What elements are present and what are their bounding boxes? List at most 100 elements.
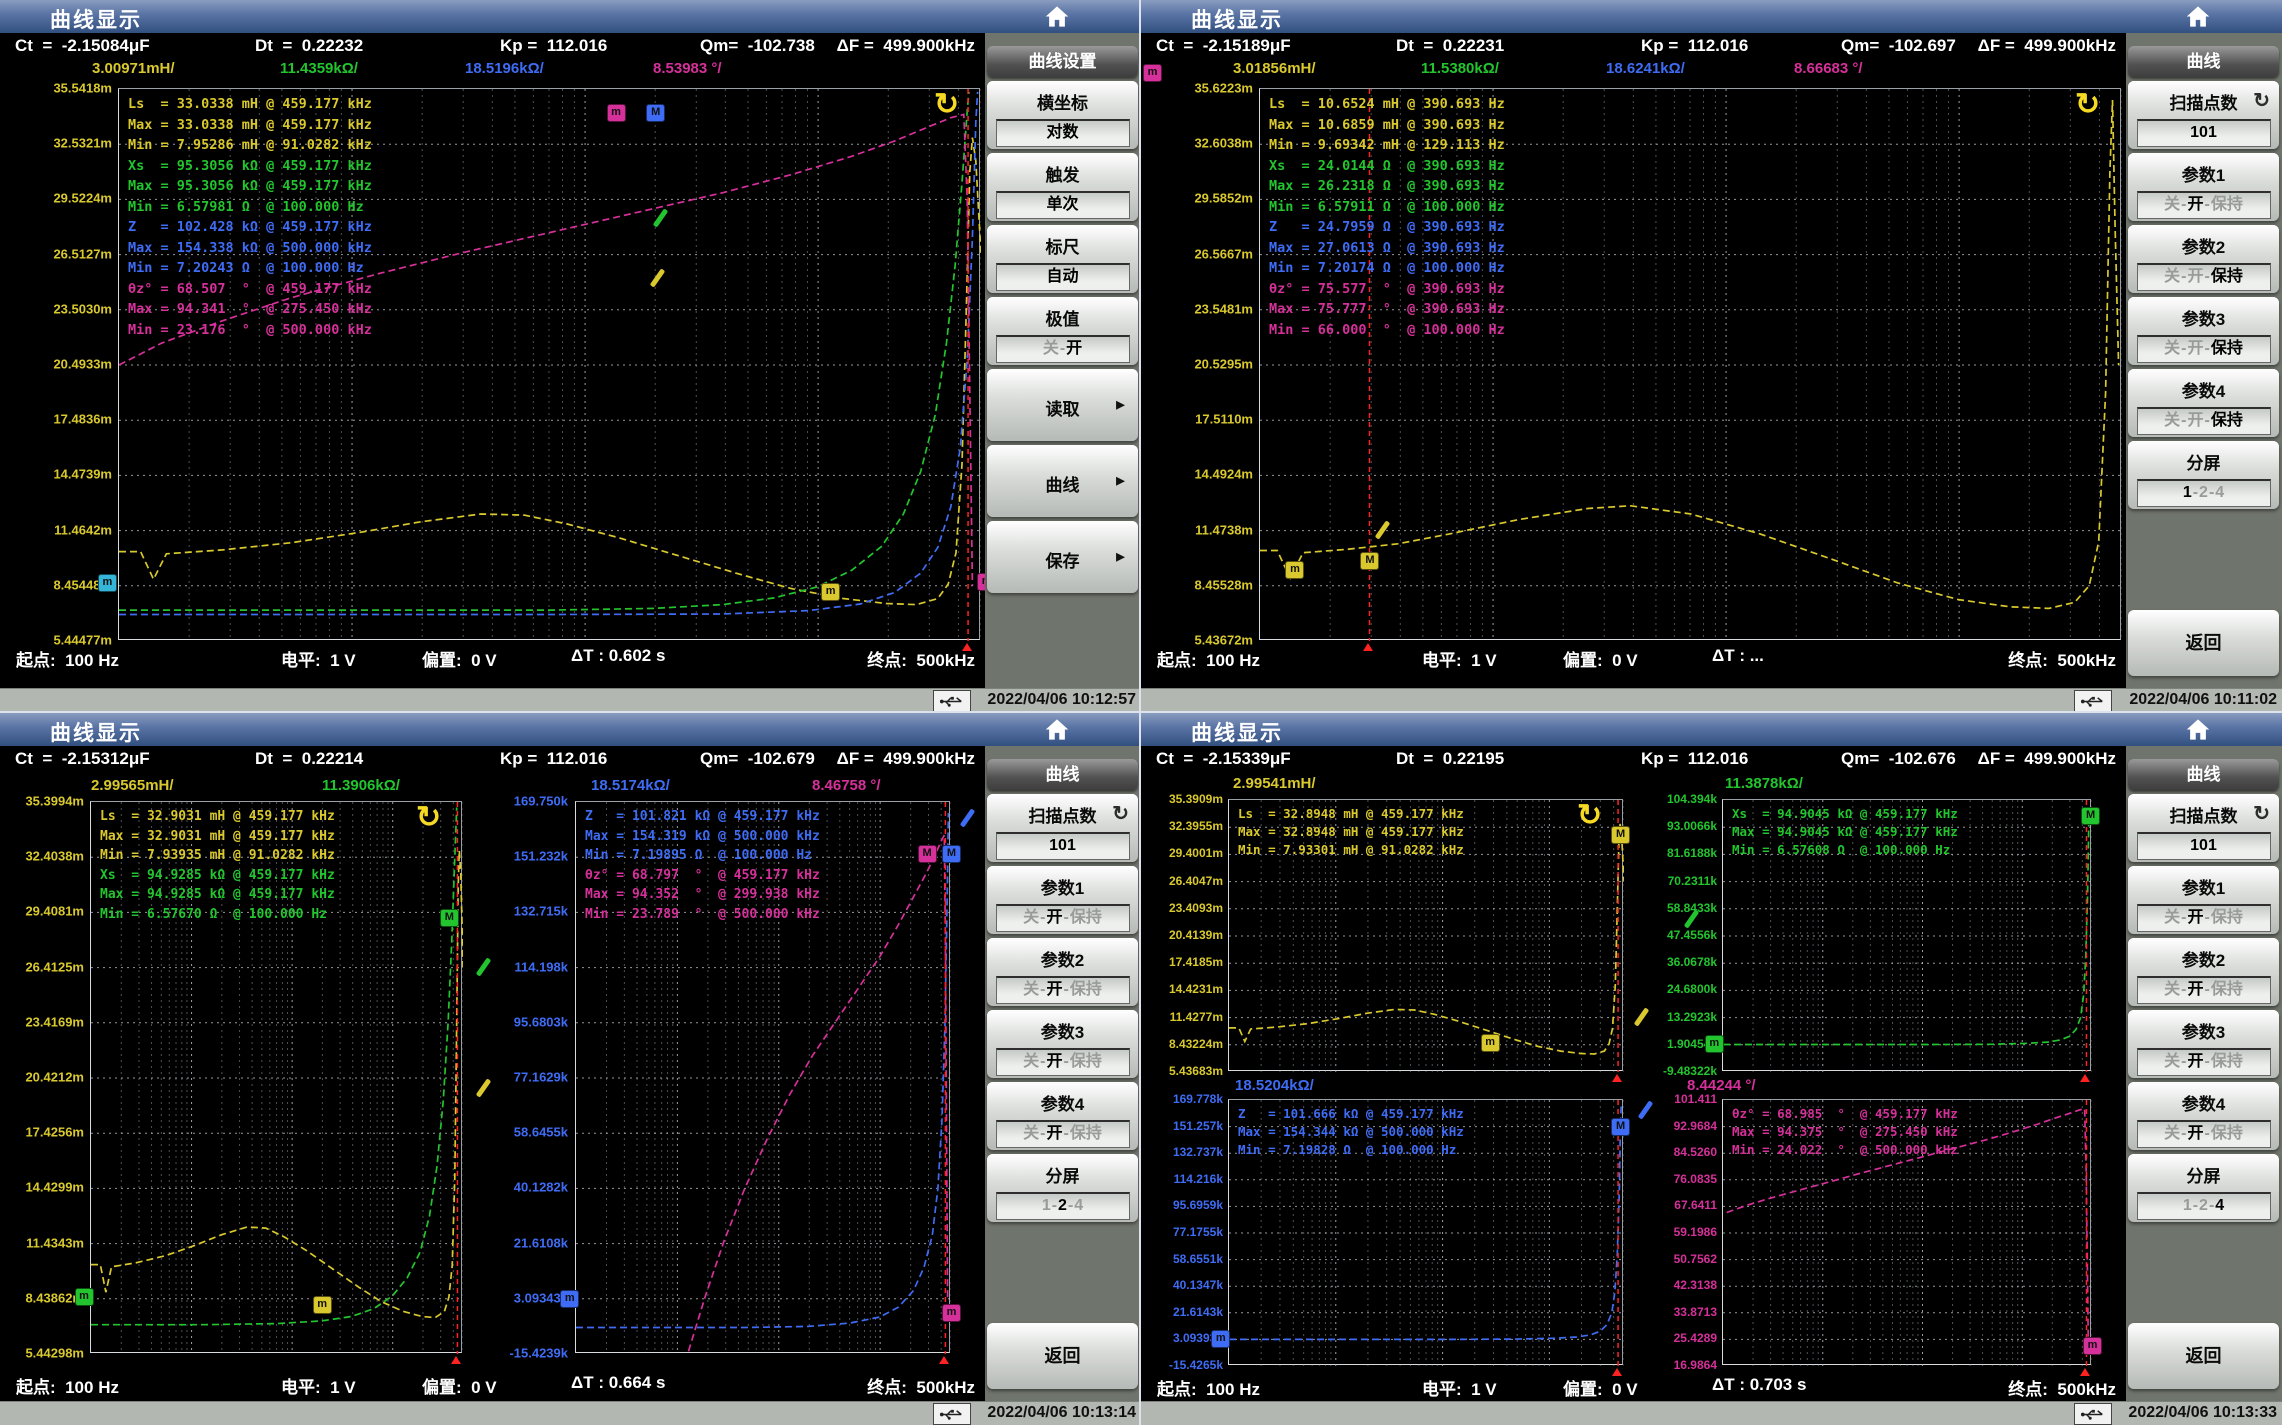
sidebar-button[interactable]: 参数2 关-开-保持	[2128, 938, 2279, 1006]
status-strip: 2022/04/06 10:12:57	[0, 688, 1141, 712]
sidebar-value-box[interactable]: 101	[996, 832, 1130, 860]
option-value: 开	[1046, 909, 1062, 926]
sidebar-value-box[interactable]: 自动	[996, 263, 1130, 291]
sidebar-button-label: 参数1	[2128, 866, 2279, 899]
home-icon[interactable]	[2183, 3, 2227, 30]
sidebar-value-box[interactable]: 关-开-保持	[996, 976, 1130, 1004]
sidebar-button[interactable]: 参数4关-开-保持	[2128, 1082, 2279, 1150]
sidebar-value-box[interactable]: 对数	[996, 119, 1130, 147]
axis-label: 50.7562	[1633, 1252, 1717, 1266]
axis-label: 40.1282k	[484, 1180, 568, 1195]
sidebar-value-box[interactable]: 关-开-保持	[996, 1048, 1130, 1076]
sidebar-button[interactable]: 参数3关-开-保持	[2128, 297, 2279, 365]
home-icon[interactable]	[1042, 716, 1086, 743]
axis-label: 17.4185m	[1141, 955, 1223, 969]
sidebar-button[interactable]: 触发单次	[987, 153, 1138, 221]
sidebar-button-label: 参数2	[2128, 938, 2279, 971]
readout-line: Z = 102.428 kΩ @ 459.177 kHz	[128, 217, 372, 238]
sidebar-value-box[interactable]: 关-开-保持	[2137, 904, 2271, 932]
sidebar-value-box[interactable]: 1-2-4	[996, 1192, 1130, 1220]
sidebar-value-box[interactable]: 1-2-4	[2137, 479, 2271, 507]
readout-line: Max = 95.3056 kΩ @ 459.177 kHz	[128, 176, 372, 197]
sidebar-value-box[interactable]: 关-开-保持	[2137, 335, 2271, 363]
sidebar-button[interactable]: 极值关-开	[987, 297, 1138, 365]
cursor-triangle	[962, 643, 972, 651]
sidebar-value-box[interactable]: 关-开-保持	[2137, 191, 2271, 219]
sidebar-button[interactable]: 参数3关-开-保持	[987, 1010, 1138, 1078]
cursor-triangle	[1363, 643, 1373, 651]
sidebar-value-box[interactable]: 关-开-保持	[2137, 1048, 2271, 1076]
sidebar-button[interactable]: 扫描点数↻101	[2128, 794, 2279, 862]
readout-line: Max = 94.9285 kΩ @ 459.177 kHz	[100, 885, 335, 905]
axis-label: 32.3955m	[1141, 819, 1223, 833]
readout-line: Max = 27.0613 Ω @ 390.693 Hz	[1269, 238, 1505, 259]
axis-label: 35.3994m	[0, 794, 84, 809]
footer-field: 终点: 500kHz	[867, 1373, 975, 1398]
sidebar-value-box[interactable]: 单次	[996, 191, 1130, 219]
option-value: 关	[2164, 1053, 2180, 1070]
sidebar-value-box[interactable]: 关-开-保持	[2137, 976, 2271, 1004]
param-readout: ΔF = 499.900kHz	[837, 36, 975, 56]
option-value: 101	[2190, 124, 2217, 141]
separator: -	[1063, 981, 1070, 998]
sidebar-button[interactable]: 参数1关-开-保持	[987, 866, 1138, 934]
sidebar-button[interactable]: 分屏1-2-4	[2128, 441, 2279, 509]
back-button[interactable]: 返回	[987, 1323, 1138, 1389]
sidebar-button[interactable]: 参数3关-开-保持	[2128, 1010, 2279, 1078]
sidebar-button[interactable]: 参数2关-开-保持	[987, 938, 1138, 1006]
separator: -	[2204, 981, 2211, 998]
readout-line: Z = 24.7959 Ω @ 390.693 Hz	[1269, 217, 1505, 238]
home-icon[interactable]	[2183, 716, 2227, 743]
sidebar-value-box[interactable]: 关-开	[996, 335, 1130, 363]
sidebar-value-box[interactable]: 关-开-保持	[2137, 263, 2271, 291]
scale-label: 11.4359kΩ/	[280, 60, 358, 77]
page-title: 曲线显示	[1191, 717, 1283, 747]
sidebar-button[interactable]: 读取►	[987, 369, 1138, 441]
marker-m: m	[607, 104, 626, 122]
scale-label: 18.5196kΩ/	[465, 60, 544, 77]
sidebar-button[interactable]: 分屏1-2-4	[987, 1154, 1138, 1222]
home-icon[interactable]	[1042, 3, 1086, 30]
sidebar-button[interactable]: 扫描点数↻101	[2128, 81, 2279, 149]
sidebar-button[interactable]: 扫描点数↻101	[987, 794, 1138, 862]
sidebar-button[interactable]: 横坐标对数	[987, 81, 1138, 149]
sidebar-value-box[interactable]: 关-开-保持	[996, 1120, 1130, 1148]
sidebar-button[interactable]: 曲线►	[987, 445, 1138, 517]
axis-label: 132.715k	[484, 904, 568, 919]
sidebar-value-box[interactable]: 101	[2137, 119, 2271, 147]
sidebar-value-box[interactable]: 1-2-4	[2137, 1192, 2271, 1220]
readout-line: Max = 10.6859 mH @ 390.693 Hz	[1269, 115, 1505, 136]
sidebar-value-box[interactable]: 101	[2137, 832, 2271, 860]
back-button[interactable]: 返回	[2128, 1323, 2279, 1389]
separator: -	[1063, 1125, 1070, 1142]
back-button[interactable]: 返回	[2128, 610, 2279, 676]
timestamp: 2022/04/06 10:12:57	[987, 691, 1136, 709]
sidebar-button[interactable]: 参数1关-开-保持	[2128, 153, 2279, 221]
sidebar-button[interactable]: 参数4关-开-保持	[2128, 369, 2279, 437]
axis-label: 11.4277m	[1141, 1010, 1223, 1024]
sidebar-button[interactable]: 参数2关-开-保持	[2128, 225, 2279, 293]
readout-line: Z = 101.666 kΩ @ 459.177 kHz	[1238, 1105, 1464, 1123]
sidebar-button[interactable]: 参数1 关-开-保持	[2128, 866, 2279, 934]
sidebar-button[interactable]: 保存►	[987, 521, 1138, 593]
option-value: 开	[2187, 1125, 2203, 1142]
axis-label: -15.4239k	[484, 1346, 568, 1361]
readout-line: Min = 23.176 ° @ 500.000 kHz	[128, 320, 372, 341]
scale-label: 11.3878kΩ/	[1725, 775, 1803, 792]
status-strip: 2022/04/06 10:13:14	[0, 1401, 1141, 1425]
sidebar-value-box[interactable]: 关-开-保持	[2137, 407, 2271, 435]
quadrant-bottom-left: 曲线显示 Ct = -2.15312μFDt = 0.22214Kp = 112…	[0, 713, 1141, 1425]
axis-label: 29.5852m	[1169, 191, 1253, 206]
arrow-right-icon: ►	[1113, 549, 1128, 566]
readout-block: Ls = 10.6524 mH @ 390.693 HzMax = 10.685…	[1269, 94, 1505, 340]
sidebar-button[interactable]: 参数4关-开-保持	[987, 1082, 1138, 1150]
separator: -	[2204, 268, 2211, 285]
readout-line: Max = 154.319 kΩ @ 500.000 kHz	[585, 827, 820, 847]
sidebar-value-box[interactable]: 关-开-保持	[996, 904, 1130, 932]
sidebar-value-box[interactable]: 关-开-保持	[2137, 1120, 2271, 1148]
readout-line: Xs = 94.9045 kΩ @ 459.177 kHz	[1732, 805, 1958, 823]
axis-label: 95.6803k	[484, 1014, 568, 1029]
sidebar-button[interactable]: 分屏1-2-4	[2128, 1154, 2279, 1222]
axis-label: 29.4081m	[0, 904, 84, 919]
sidebar-button[interactable]: 标尺自动	[987, 225, 1138, 293]
